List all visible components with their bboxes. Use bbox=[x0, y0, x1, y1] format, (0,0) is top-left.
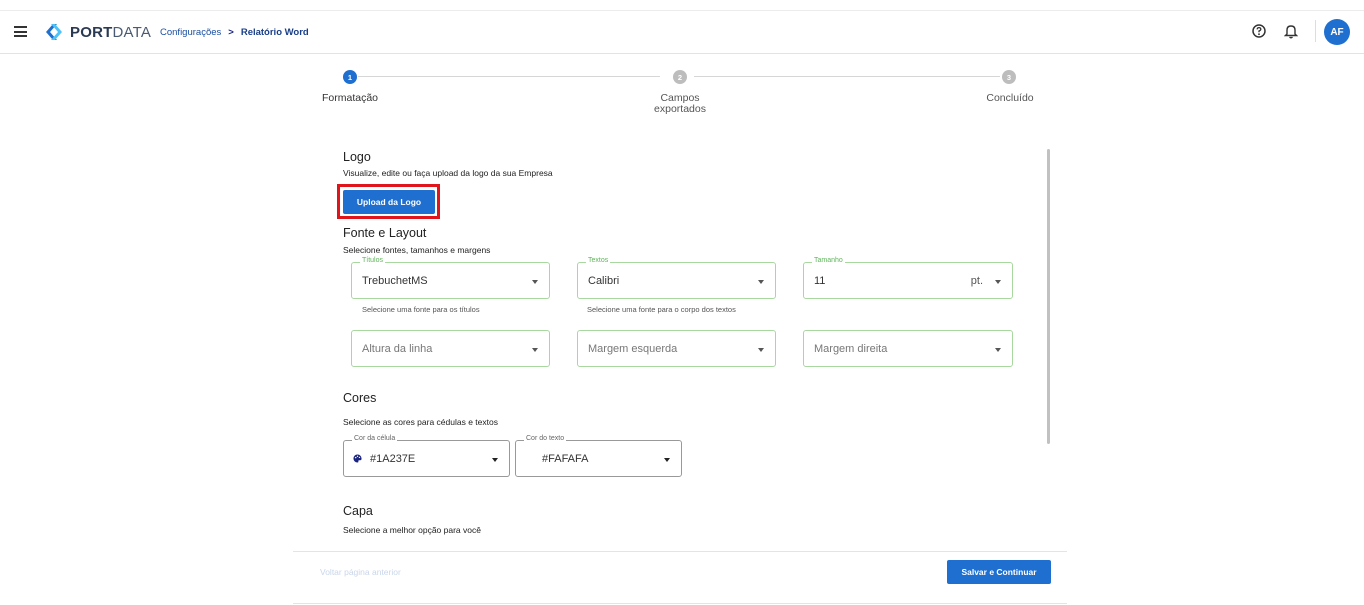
texts-font-legend: Textos bbox=[586, 257, 611, 264]
footer-divider bbox=[293, 551, 1067, 552]
font-layout-section-subtitle: Selecione fontes, tamanhos e margens bbox=[343, 245, 491, 255]
brand-name: PORTDATA bbox=[70, 23, 152, 41]
font-layout-section-title: Fonte e Layout bbox=[343, 226, 427, 240]
chevron-down-icon bbox=[758, 280, 764, 284]
cell-color-legend: Cor da célula bbox=[352, 435, 398, 442]
upload-logo-button[interactable]: Upload da Logo bbox=[343, 190, 435, 214]
cell-color-select[interactable]: Cor da célula #1A237E bbox=[343, 435, 510, 477]
breadcrumb-separator: > bbox=[228, 27, 234, 38]
bottom-divider bbox=[293, 603, 1067, 604]
titles-font-helper: Selecione uma fonte para os títulos bbox=[362, 305, 480, 314]
wizard-stepper: 1 2 3 Formatação Campos exportados Concl… bbox=[320, 68, 1040, 118]
breadcrumb-item-relatorio-word: Relatório Word bbox=[240, 27, 309, 38]
breadcrumb-item-configuracoes[interactable]: Configurações bbox=[160, 27, 221, 38]
chevron-down-icon bbox=[995, 348, 1001, 352]
chevron-down-icon bbox=[995, 280, 1001, 284]
colors-section-subtitle: Selecione as cores para cédulas e textos bbox=[343, 417, 498, 427]
cover-section-subtitle: Selecione a melhor opção para você bbox=[343, 525, 481, 535]
palette-icon bbox=[353, 454, 362, 463]
portdata-logo-mark bbox=[46, 24, 62, 40]
line-height-placeholder: Altura da linha bbox=[362, 343, 433, 355]
help-icon[interactable] bbox=[1252, 24, 1266, 38]
font-size-legend: Tamanho bbox=[812, 257, 845, 264]
texts-font-value: Calibri bbox=[588, 275, 620, 287]
colors-section-title: Cores bbox=[343, 391, 377, 405]
user-avatar[interactable]: AF bbox=[1324, 19, 1350, 45]
font-size-unit: pt. bbox=[970, 275, 983, 287]
menu-icon[interactable] bbox=[14, 26, 27, 37]
back-page-link[interactable]: Voltar página anterior bbox=[320, 567, 401, 577]
text-color-value: #FAFAFA bbox=[542, 453, 589, 465]
chevron-down-icon bbox=[532, 280, 538, 284]
titles-font-value: TrebuchetMS bbox=[362, 275, 428, 287]
chevron-down-icon bbox=[664, 458, 670, 462]
margin-right-select[interactable]: Margem direita bbox=[803, 330, 1013, 367]
titles-font-legend: Títulos bbox=[360, 257, 386, 264]
logo-section-subtitle: Visualize, edite ou faça upload da logo … bbox=[343, 168, 553, 178]
breadcrumb: Configurações > Relatório Word bbox=[160, 27, 309, 38]
cell-color-value: #1A237E bbox=[370, 453, 416, 465]
text-color-select[interactable]: Cor do texto #FAFAFA bbox=[515, 435, 682, 477]
step-1-indicator: 1 bbox=[343, 70, 357, 84]
portdata-logo[interactable]: PORTDATA bbox=[44, 22, 151, 42]
step-1-label: Formatação bbox=[321, 92, 379, 104]
chevron-down-icon bbox=[758, 348, 764, 352]
texts-font-helper: Selecione uma fonte para o corpo dos tex… bbox=[587, 305, 736, 314]
font-size-value: 11 bbox=[814, 275, 826, 287]
margin-right-placeholder: Margem direita bbox=[814, 343, 888, 355]
texts-font-select[interactable]: Textos Calibri bbox=[577, 257, 776, 299]
chevron-down-icon bbox=[492, 458, 498, 462]
stepper-connector bbox=[694, 76, 1000, 77]
save-continue-button[interactable]: Salvar e Continuar bbox=[947, 560, 1051, 584]
header-divider bbox=[1315, 20, 1316, 42]
margin-left-select[interactable]: Margem esquerda bbox=[577, 330, 776, 367]
notifications-bell-icon[interactable] bbox=[1284, 23, 1298, 39]
top-app-bar: PORTDATA Configurações > Relatório Word … bbox=[0, 10, 1364, 54]
logo-section-title: Logo bbox=[343, 150, 371, 164]
titles-font-select[interactable]: Títulos TrebuchetMS bbox=[351, 257, 550, 299]
text-color-legend: Cor do texto bbox=[524, 435, 567, 442]
step-3-indicator: 3 bbox=[1002, 70, 1016, 84]
line-height-select[interactable]: Altura da linha bbox=[351, 330, 550, 367]
step-2-label: Campos exportados bbox=[654, 92, 706, 115]
content-scrollbar[interactable] bbox=[1047, 149, 1050, 444]
stepper-connector bbox=[358, 76, 660, 77]
chevron-down-icon bbox=[532, 348, 538, 352]
cover-section-title: Capa bbox=[343, 504, 373, 518]
step-2-indicator: 2 bbox=[673, 70, 687, 84]
font-size-select[interactable]: Tamanho 11 pt. bbox=[803, 257, 1013, 299]
step-3-label: Concluído bbox=[986, 92, 1034, 104]
margin-left-placeholder: Margem esquerda bbox=[588, 343, 678, 355]
